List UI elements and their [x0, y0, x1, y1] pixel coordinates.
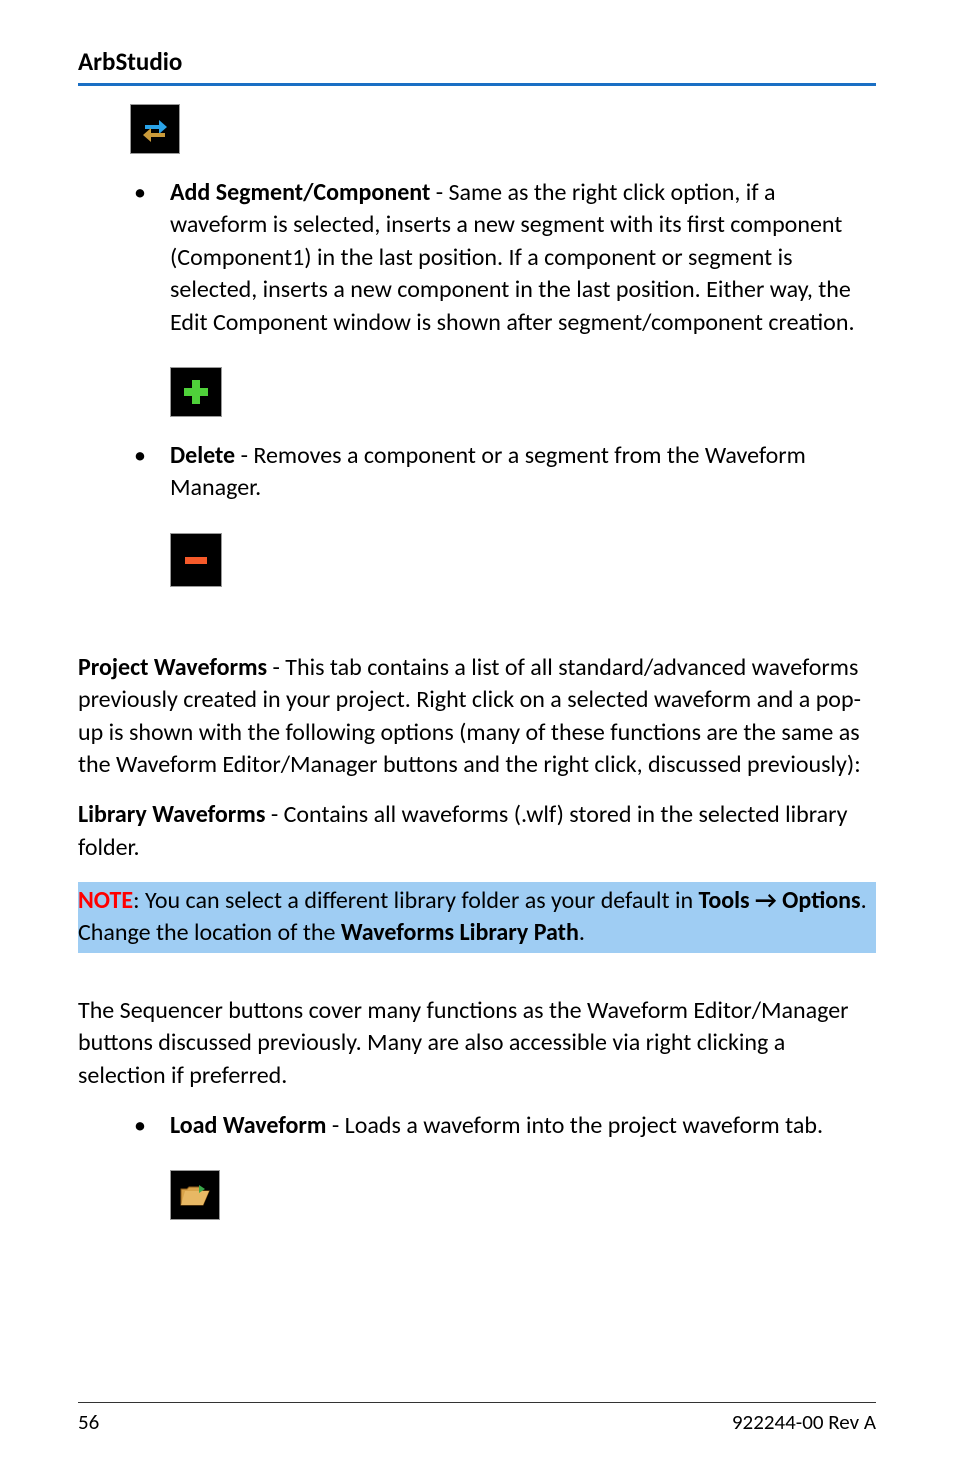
note-bold: Waveforms Library Path — [341, 918, 579, 947]
note-label: NOTE — [78, 886, 133, 915]
library-waveforms-para: Library Waveforms - Contains all wavefor… — [78, 799, 876, 864]
swap-arrows-icon — [130, 104, 180, 154]
plus-icon — [170, 367, 222, 417]
bullet-load-waveform: Load Waveform - Loads a waveform into th… — [78, 1110, 876, 1142]
bullet-text: - Removes a component or a segment from … — [170, 441, 806, 502]
page-title: ArbStudio — [78, 46, 876, 77]
project-waveforms-para: Project Waveforms - This tab contains a … — [78, 652, 876, 782]
folder-open-icon — [170, 1170, 220, 1220]
note-bold: Tools → Options — [699, 886, 861, 915]
page-footer: 56 922244-00 Rev A — [78, 1402, 876, 1435]
note-box: NOTE: You can select a different library… — [78, 882, 876, 953]
bullet-title: Delete — [170, 441, 235, 470]
minus-icon — [170, 533, 222, 587]
footer-divider — [78, 1402, 876, 1403]
bullet-delete: Delete - Removes a component or a segmen… — [78, 440, 876, 505]
header-divider — [78, 83, 876, 86]
para-title: Project Waveforms — [78, 653, 267, 682]
bullet-title: Load Waveform — [170, 1111, 326, 1140]
para-title: Library Waveforms — [78, 800, 265, 829]
revision-label: 922244-00 Rev A — [732, 1409, 876, 1435]
page-number: 56 — [78, 1409, 99, 1435]
bullet-text: - Loads a waveform into the project wave… — [326, 1111, 823, 1140]
sequencer-para: The Sequencer buttons cover many functio… — [78, 995, 876, 1092]
bullet-title: Add Segment/Component — [170, 178, 430, 207]
bullet-add-segment: Add Segment/Component - Same as the righ… — [78, 177, 876, 339]
note-text: . — [579, 918, 585, 947]
note-text: : You can select a different library fol… — [133, 886, 698, 915]
